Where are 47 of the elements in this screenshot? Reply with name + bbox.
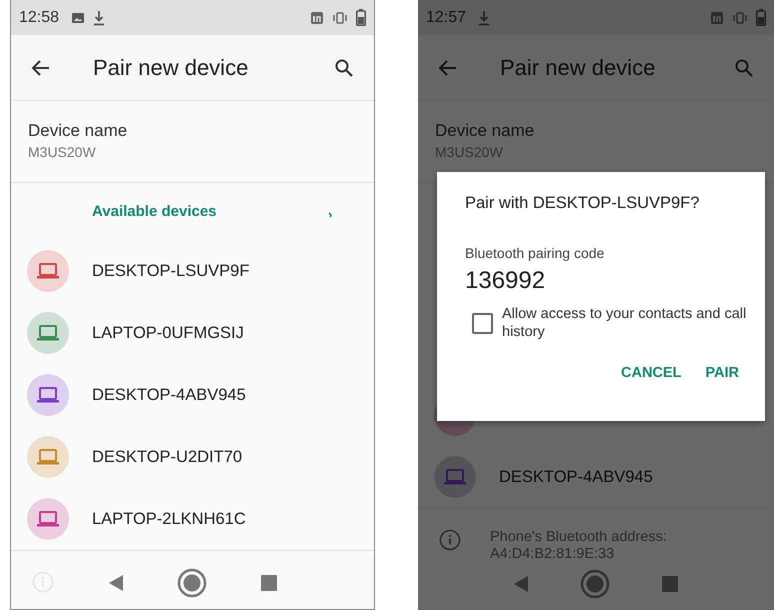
battery-icon: [356, 9, 366, 26]
back-icon[interactable]: [513, 575, 530, 593]
device-name[interactable]: LAPTOP-0UFMGSIJ: [92, 324, 244, 342]
home-icon[interactable]: [580, 569, 610, 599]
pairing-code: 136992: [465, 267, 546, 295]
back-arrow-icon[interactable]: [31, 58, 51, 78]
search-icon[interactable]: [334, 58, 354, 78]
device-name-label: Device name: [28, 121, 128, 141]
vibrate-icon: [332, 10, 348, 24]
device-name[interactable]: DESKTOP-4ABV945: [499, 468, 653, 486]
device-name[interactable]: DESKTOP-LSUVP9F: [92, 262, 250, 280]
battery-icon: [756, 9, 766, 26]
dialog-title: Pair with DESKTOP-LSUVP9F?: [465, 194, 700, 213]
app-notification-icon: [710, 10, 724, 24]
screen-title: Pair new device: [500, 54, 656, 80]
info-text: A4:D4:B2:81:9E:33: [490, 546, 616, 563]
device-name[interactable]: LAPTOP-2LKNH61C: [92, 510, 246, 528]
back-icon[interactable]: [108, 574, 124, 592]
info-text: Phone's Bluetooth address:: [490, 529, 667, 546]
pairing-code-label: Bluetooth pairing code: [465, 245, 606, 261]
device-avatar[interactable]: [27, 250, 69, 292]
recents-icon[interactable]: [260, 574, 278, 592]
status-time: 12:57: [426, 8, 466, 26]
device-avatar[interactable]: [27, 312, 69, 354]
image-icon: [71, 10, 86, 24]
device-name[interactable]: DESKTOP-4ABV945: [92, 386, 246, 404]
section-header: Available devices: [92, 203, 217, 220]
download-icon: [478, 10, 490, 26]
info-icon: [439, 529, 461, 551]
dialog-button[interactable]: CANCEL: [613, 359, 690, 387]
app-notification-icon: [310, 10, 324, 24]
device-name-value: M3US20W: [28, 144, 97, 160]
progress-spinner-icon: [328, 212, 334, 218]
checkbox[interactable]: [472, 313, 493, 334]
device-avatar[interactable]: [27, 374, 69, 416]
download-icon: [93, 10, 106, 26]
device-avatar[interactable]: [27, 436, 69, 478]
dialog-button[interactable]: PAIR: [697, 359, 747, 387]
vibrate-icon: [732, 10, 748, 24]
recents-icon[interactable]: [660, 575, 679, 593]
device-name[interactable]: DESKTOP-U2DIT70: [92, 448, 242, 466]
home-icon[interactable]: [176, 568, 206, 598]
screen-title: Pair new device: [93, 54, 248, 80]
device-avatar[interactable]: [27, 498, 69, 540]
device-name-label: Device name: [435, 121, 536, 141]
checkbox-label: Allow access to your contacts and call history: [502, 305, 747, 341]
status-time: 12:58: [19, 8, 60, 26]
